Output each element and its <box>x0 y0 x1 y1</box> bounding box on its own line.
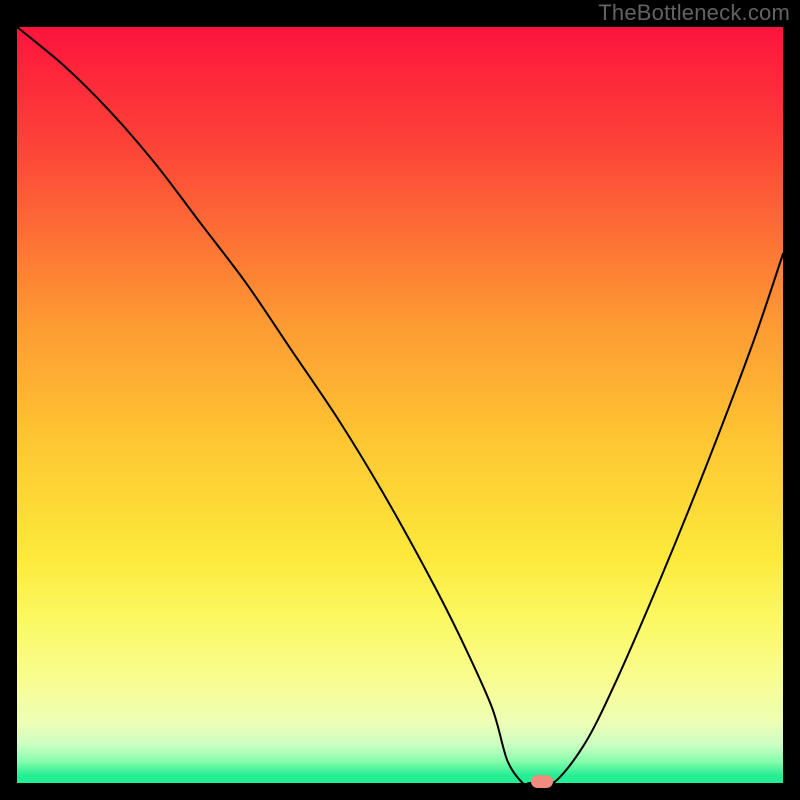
bottleneck-marker <box>531 775 553 788</box>
watermark-text: TheBottleneck.com <box>598 0 790 26</box>
gradient-background <box>17 27 783 783</box>
plot-svg <box>17 27 783 783</box>
plot-area <box>17 27 783 783</box>
chart-frame: TheBottleneck.com <box>0 0 800 800</box>
